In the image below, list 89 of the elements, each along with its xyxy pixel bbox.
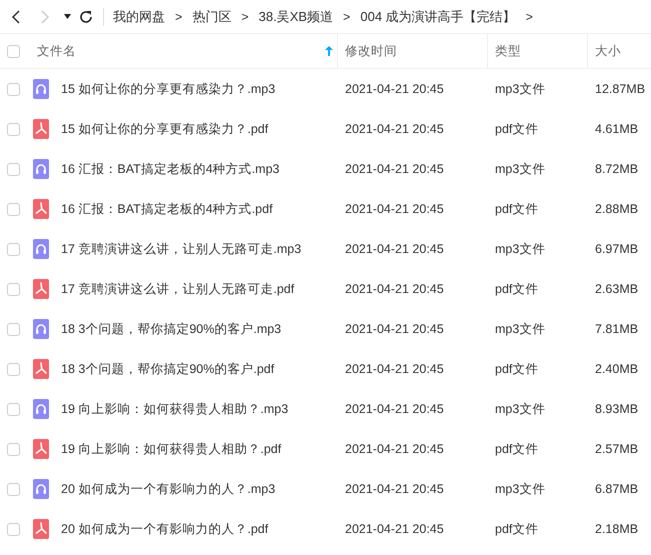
audio-file-icon bbox=[33, 239, 49, 259]
modified-time: 2021-04-21 20:45 bbox=[344, 122, 445, 136]
checkbox[interactable] bbox=[7, 402, 20, 416]
file-name[interactable]: 18 3个问题，帮你搞定90%的客户.pdf bbox=[61, 360, 274, 378]
file-name[interactable]: 19 向上影响：如何获得贵人相助？.mp3 bbox=[61, 400, 288, 418]
audio-file-icon bbox=[33, 479, 49, 499]
file-type: mp3文件 bbox=[494, 240, 546, 258]
file-size: 12.87MB bbox=[594, 82, 646, 96]
modified-time: 2021-04-21 20:45 bbox=[344, 282, 445, 296]
back-icon[interactable] bbox=[10, 10, 22, 24]
pdf-file-icon bbox=[33, 439, 49, 459]
file-name[interactable]: 15 如何让你的分享更有感染力？.mp3 bbox=[61, 80, 276, 98]
breadcrumb-separator: > bbox=[343, 10, 350, 24]
checkbox[interactable] bbox=[7, 242, 20, 256]
breadcrumb-link[interactable]: 38.吴XB频道 bbox=[258, 8, 334, 26]
breadcrumb-link[interactable]: 热门区 bbox=[192, 8, 232, 26]
modified-time: 2021-04-21 20:45 bbox=[344, 522, 445, 536]
file-size: 2.18MB bbox=[594, 522, 640, 536]
audio-file-icon bbox=[33, 79, 49, 99]
file-name[interactable]: 19 向上影响：如何获得贵人相助？.pdf bbox=[61, 440, 282, 458]
checkbox[interactable] bbox=[7, 122, 20, 136]
modified-time: 2021-04-21 20:45 bbox=[344, 242, 445, 256]
breadcrumb-separator: > bbox=[241, 10, 249, 24]
file-size: 2.88MB bbox=[594, 202, 640, 216]
checkbox[interactable] bbox=[7, 322, 20, 336]
file-type: mp3文件 bbox=[494, 160, 546, 178]
checkbox[interactable] bbox=[7, 522, 20, 536]
checkbox[interactable] bbox=[7, 282, 20, 296]
refresh-icon[interactable] bbox=[79, 10, 93, 24]
file-name[interactable]: 18 3个问题，帮你搞定90%的客户.mp3 bbox=[61, 320, 282, 338]
audio-file-icon bbox=[33, 399, 49, 419]
column-header[interactable]: 大小 bbox=[595, 42, 621, 60]
file-size: 2.57MB bbox=[594, 442, 640, 456]
file-type: mp3文件 bbox=[494, 400, 546, 418]
pdf-file-icon bbox=[33, 199, 49, 219]
file-size: 2.40MB bbox=[594, 362, 640, 376]
modified-time: 2021-04-21 20:45 bbox=[344, 322, 445, 336]
file-size: 4.61MB bbox=[594, 122, 640, 136]
dropdown-icon[interactable] bbox=[64, 14, 71, 19]
file-type: mp3文件 bbox=[494, 480, 546, 498]
checkbox[interactable] bbox=[7, 362, 20, 376]
checkbox[interactable] bbox=[7, 82, 20, 96]
file-size: 7.81MB bbox=[594, 322, 640, 336]
modified-time: 2021-04-21 20:45 bbox=[344, 442, 445, 456]
file-size: 2.63MB bbox=[594, 282, 640, 296]
column-header[interactable]: 类型 bbox=[495, 42, 521, 60]
checkbox[interactable] bbox=[7, 162, 20, 176]
file-size: 6.97MB bbox=[594, 242, 640, 256]
breadcrumb-separator: > bbox=[175, 10, 182, 24]
file-type: pdf文件 bbox=[494, 440, 540, 458]
file-type: pdf文件 bbox=[494, 520, 540, 538]
file-type: mp3文件 bbox=[494, 80, 546, 98]
file-type: pdf文件 bbox=[494, 360, 540, 378]
checkbox[interactable] bbox=[7, 482, 20, 496]
column-header[interactable]: 修改时间 bbox=[345, 42, 397, 60]
pdf-file-icon bbox=[33, 279, 49, 299]
file-name[interactable]: 17 竞聘演讲这么讲，让别人无路可走.pdf bbox=[61, 280, 294, 298]
file-size: 8.93MB bbox=[594, 402, 640, 416]
pdf-file-icon bbox=[33, 519, 49, 539]
file-type: pdf文件 bbox=[494, 200, 540, 218]
modified-time: 2021-04-21 20:45 bbox=[344, 82, 445, 96]
checkbox[interactable] bbox=[7, 44, 20, 58]
modified-time: 2021-04-21 20:45 bbox=[344, 162, 445, 176]
file-name[interactable]: 20 如何成为一个有影响力的人？.mp3 bbox=[61, 480, 276, 498]
modified-time: 2021-04-21 20:45 bbox=[344, 202, 445, 216]
file-type: mp3文件 bbox=[494, 320, 546, 338]
file-size: 8.72MB bbox=[594, 162, 640, 176]
checkbox[interactable] bbox=[7, 442, 20, 456]
sort-ascending-icon[interactable] bbox=[325, 46, 333, 56]
file-name[interactable]: 16 汇报：BAT搞定老板的4种方式.pdf bbox=[61, 200, 273, 218]
file-name[interactable]: 15 如何让你的分享更有感染力？.pdf bbox=[61, 120, 268, 138]
file-type: pdf文件 bbox=[494, 280, 540, 298]
file-type: pdf文件 bbox=[494, 120, 540, 138]
breadcrumb-link[interactable]: 我的网盘 bbox=[113, 8, 165, 26]
breadcrumb-link[interactable]: 004 成为演讲高手【完结】 bbox=[360, 8, 516, 26]
pdf-file-icon bbox=[33, 359, 49, 379]
file-size: 6.87MB bbox=[594, 482, 640, 496]
column-header[interactable]: 文件名 bbox=[37, 42, 76, 60]
audio-file-icon bbox=[33, 159, 49, 179]
file-name[interactable]: 16 汇报：BAT搞定老板的4种方式.mp3 bbox=[61, 160, 280, 178]
modified-time: 2021-04-21 20:45 bbox=[344, 482, 445, 496]
modified-time: 2021-04-21 20:45 bbox=[344, 362, 445, 376]
breadcrumb-separator: > bbox=[526, 10, 533, 24]
modified-time: 2021-04-21 20:45 bbox=[344, 402, 445, 416]
audio-file-icon bbox=[33, 319, 49, 339]
checkbox[interactable] bbox=[7, 202, 20, 216]
file-name[interactable]: 20 如何成为一个有影响力的人？.pdf bbox=[61, 520, 268, 538]
pdf-file-icon bbox=[33, 119, 49, 139]
file-name[interactable]: 17 竞聘演讲这么讲，让别人无路可走.mp3 bbox=[61, 240, 302, 258]
